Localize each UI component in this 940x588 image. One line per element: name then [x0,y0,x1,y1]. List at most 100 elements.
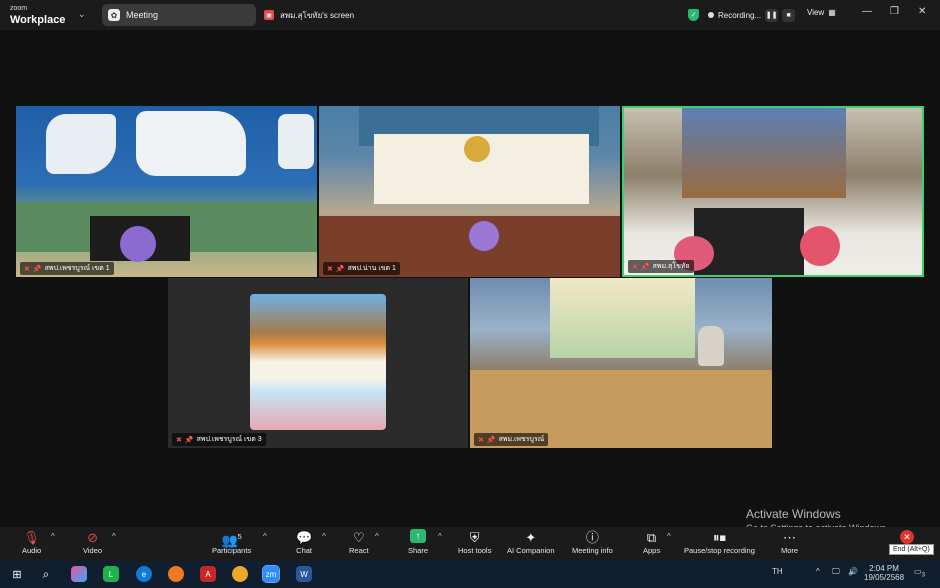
participant-name: สพม.สุโขทัย [652,263,690,270]
participants-button[interactable]: 👥5 Participants [212,529,251,555]
mic-muted-icon: ✖ [478,436,484,444]
participants-count: 5 [237,534,242,541]
emblem [464,136,490,162]
tab-share-label: สพม.สุโขทัย's screen [280,10,355,20]
shield-icon: ⛨ [469,530,480,545]
video-label: Video [83,546,103,555]
mic-muted-icon: ✖ [176,436,182,444]
audio-button[interactable]: 🎙 Audio [22,529,41,555]
minimize-icon[interactable]: — [862,6,872,17]
title-bar: zoom Workplace ⌄ ✿ Meeting ▣ สพม.สุโขทัย… [0,0,940,30]
backdrop-banner [550,278,695,358]
zoom-logo[interactable]: zoom Workplace [10,4,66,26]
react-caret[interactable]: ^ [375,532,379,541]
video-tile[interactable]: ✖ 📌 สพป.น่าน เขต 1 [319,106,620,277]
screen-share-icon: ▣ [264,10,274,20]
more-dots-icon: ⋯ [783,530,797,545]
restore-icon[interactable]: ❐ [890,6,899,17]
react-button[interactable]: ♡ React [349,529,369,555]
video-tile[interactable]: ✖ 📌 สพม.เพชรบูรณ์ [470,278,772,448]
meeting-info-label: Meeting info [572,546,613,555]
end-meeting-button[interactable]: ✕ End (Alt+Q) [889,530,937,556]
participants-caret[interactable]: ^ [263,532,267,541]
firefox-icon[interactable] [168,566,184,582]
zoom-taskbar-icon[interactable]: zm [262,565,280,583]
meeting-info-button[interactable]: ⓘ Meeting info [572,529,613,555]
brand-line2: Workplace [10,14,66,26]
clock-time: 2:04 PM [869,564,899,573]
zoom-window: zoom Workplace ⌄ ✿ Meeting ▣ สพม.สุโขทัย… [0,0,940,588]
windows-taskbar: ⊞ ⌕ L e A zm W TH ^ 🖵 🔊 2:04 PM 19/05/25… [0,561,940,588]
tray-chevron-icon[interactable]: ^ [816,567,820,576]
chevron-down-icon[interactable]: ⌄ [78,9,86,20]
flower-arrangement [800,226,840,266]
share-arrow-icon: ↑ [410,529,426,543]
participant-name: สพป.เพชรบูรณ์ เขต 1 [44,265,110,272]
info-icon: ⓘ [585,530,599,545]
brand-line1: zoom [10,5,28,12]
pause-recording-button[interactable]: ❚❚ [765,8,779,22]
edge-browser-icon[interactable]: e [136,566,152,582]
pause-stop-icon: ⏸⏹ [712,530,726,545]
view-label: View [807,8,825,17]
chat-button[interactable]: 💬 Chat [296,529,312,555]
line-app-icon[interactable]: L [103,566,119,582]
pin-icon: 📌 [640,263,650,271]
mic-muted-icon: 🎙 [23,530,40,545]
volume-icon[interactable]: 🔊 [848,567,858,576]
ai-companion-button[interactable]: ✦ AI Companion [507,529,555,555]
participant-name: สพป.เพชรบูรณ์ เขต 3 [196,436,262,443]
participant-name: สพป.น่าน เขต 1 [347,265,396,272]
tab-share-screen[interactable]: ▣ สพม.สุโขทัย's screen [264,4,354,26]
ai-companion-label: AI Companion [507,546,555,555]
word-icon[interactable]: W [296,566,312,582]
video-tile[interactable]: ✖ 📌 สพป.เพชรบูรณ์ เขต 3 [168,278,468,448]
chat-caret[interactable]: ^ [322,532,326,541]
more-button[interactable]: ⋯ More [781,529,798,555]
network-icon[interactable]: 🖵 [832,567,840,577]
audio-options-caret[interactable]: ^ [51,532,55,541]
video-button[interactable]: ⊘ Video [83,529,102,555]
apps-icon: ⧉ [646,530,657,545]
pdf-reader-icon[interactable]: A [200,566,216,582]
video-options-caret[interactable]: ^ [112,532,116,541]
host-tools-button[interactable]: ⛨ Host tools [458,529,491,555]
participants-icon: 👥5 [221,532,242,548]
apps-button[interactable]: ⧉ Apps [643,529,660,555]
tab-meeting[interactable]: ✿ Meeting [102,4,256,26]
recording-status: ✓ Recording... ❚❚ ■ [688,6,796,24]
video-tile[interactable]: ✖ 📌 สพป.เพชรบูรณ์ เขต 1 [16,106,317,277]
apps-caret[interactable]: ^ [667,532,671,541]
clock[interactable]: 2:04 PM 19/05/2568 [864,564,904,582]
share-label: Share [408,546,429,555]
view-grid-icon: ▦ [828,8,836,17]
share-button[interactable]: ↑ Share [408,529,428,555]
close-icon[interactable]: ✕ [918,6,926,17]
recording-dot-icon [708,12,714,18]
copilot-icon[interactable] [71,566,87,582]
heart-icon: ♡ [352,530,365,545]
tv-screen [694,208,804,275]
meeting-controls: 🎙 Audio ^ ⊘ Video ^ 👥5 Participants ^ 💬 … [0,527,940,561]
sparkle-icon: ✦ [525,530,537,545]
wall-map [46,114,116,174]
mic-muted-icon: ✖ [24,265,30,273]
share-caret[interactable]: ^ [438,532,442,541]
participant-person [698,326,724,366]
input-language[interactable]: TH [772,567,783,576]
encryption-shield-icon[interactable]: ✓ [688,9,699,21]
audio-label: Audio [22,546,42,555]
search-icon[interactable]: ⌕ [38,566,54,582]
clock-date: 19/05/2568 [864,573,905,582]
windows-start-icon[interactable]: ⊞ [9,566,25,582]
video-tile-active-speaker[interactable]: ✖ 📌 สพม.สุโขทัย [622,106,924,277]
activate-title: Activate Windows [746,507,841,521]
stop-recording-button[interactable]: ■ [782,8,796,22]
chrome-icon[interactable] [232,566,248,582]
wall-map [278,114,314,169]
participant-name-tag: ✖ 📌 สพป.น่าน เขต 1 [323,262,400,275]
notification-icon[interactable]: ▭3 [914,567,925,579]
view-button[interactable]: View ▦ [803,8,836,17]
pause-stop-recording-button[interactable]: ⏸⏹ Pause/stop recording [684,529,755,555]
wall-map [136,111,246,176]
